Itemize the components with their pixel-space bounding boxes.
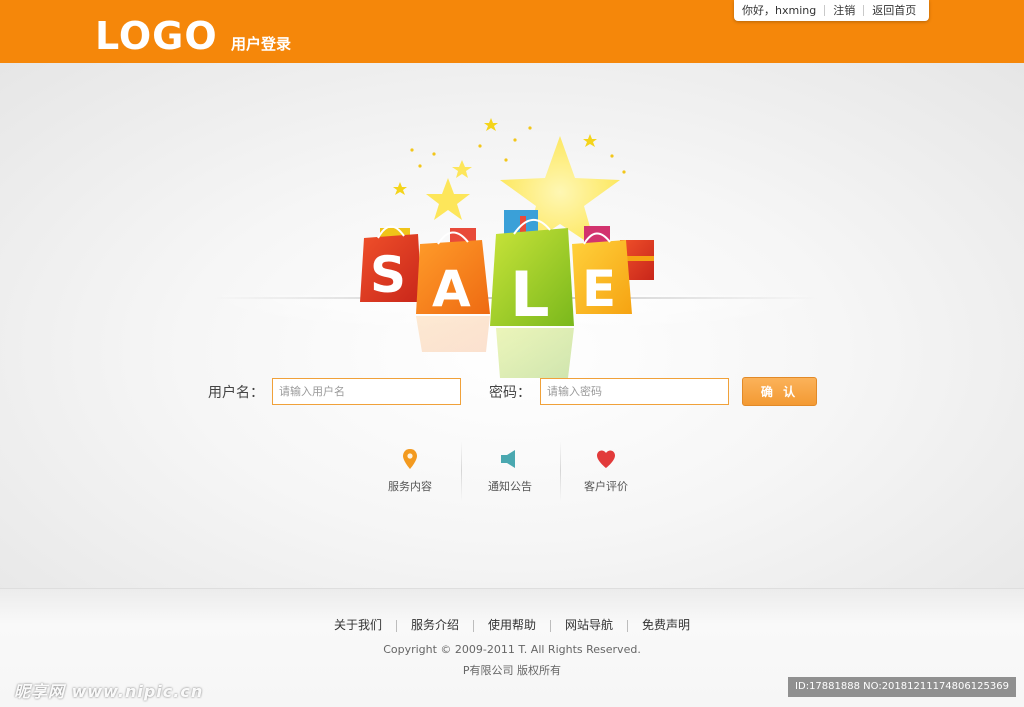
star: [452, 160, 472, 178]
feature-links: 服务内容 通知公告 客户评价: [360, 441, 660, 501]
feature-reviews[interactable]: 客户评价: [556, 441, 656, 494]
sale-shopping-bags-illustration: S A L E: [360, 118, 654, 378]
sale-letter: S: [370, 246, 406, 304]
watermark-left: 昵享网 www.nipic.cn: [14, 682, 204, 701]
feature-label: 通知公告: [488, 480, 532, 493]
page-title: 用户登录: [231, 35, 292, 53]
copyright-text: Copyright © 2009-2011 T. All Rights Rese…: [383, 643, 641, 656]
map-pin-icon: [403, 449, 417, 469]
feature-notice[interactable]: 通知公告: [460, 441, 560, 494]
footer-links: 关于我们 服务介绍 使用帮助 网站导航 免费声明: [0, 616, 1024, 633]
footer-link-services[interactable]: 服务介绍: [397, 616, 473, 633]
star: [426, 178, 470, 220]
company-text: P有限公司 版权所有: [462, 664, 562, 677]
feature-label: 服务内容: [388, 480, 432, 493]
password-label: 密码：: [489, 385, 531, 401]
login-form: 用户名： 密码： 确 认: [0, 376, 1024, 406]
heart-icon: [597, 450, 615, 468]
footer-link-disclaimer[interactable]: 免费声明: [628, 616, 704, 633]
star: [484, 118, 498, 131]
username-label: 用户名：: [208, 385, 264, 401]
footer-link-about[interactable]: 关于我们: [320, 616, 396, 633]
greeting-text: 你好，hxming: [742, 3, 817, 17]
star: [393, 182, 407, 195]
star: [583, 134, 597, 147]
sale-letter: A: [432, 260, 471, 318]
password-input[interactable]: [540, 378, 729, 405]
logout-link[interactable]: 注销: [825, 4, 863, 17]
username-input[interactable]: [272, 378, 461, 405]
speaker-icon: [501, 450, 515, 468]
feature-label: 客户评价: [584, 480, 628, 493]
confirm-button[interactable]: 确 认: [742, 377, 817, 406]
logo[interactable]: LOGO: [95, 12, 218, 60]
footer-link-help[interactable]: 使用帮助: [474, 616, 550, 633]
header-bar: LOGO 用户登录 你好，hxming 注销 返回首页: [0, 0, 1024, 63]
main-area: S A L E 用户名： 密码： 确 认 服务内容 通知公告: [0, 63, 1024, 588]
sale-letter: E: [582, 260, 616, 318]
home-link[interactable]: 返回首页: [864, 4, 924, 17]
footer-link-sitemap[interactable]: 网站导航: [551, 616, 627, 633]
watermark-right: ID:17881888 NO:20181211174806125369: [788, 677, 1016, 697]
sale-letter: L: [510, 258, 550, 331]
user-toolbar: 你好，hxming 注销 返回首页: [734, 0, 929, 21]
feature-service[interactable]: 服务内容: [360, 441, 460, 494]
